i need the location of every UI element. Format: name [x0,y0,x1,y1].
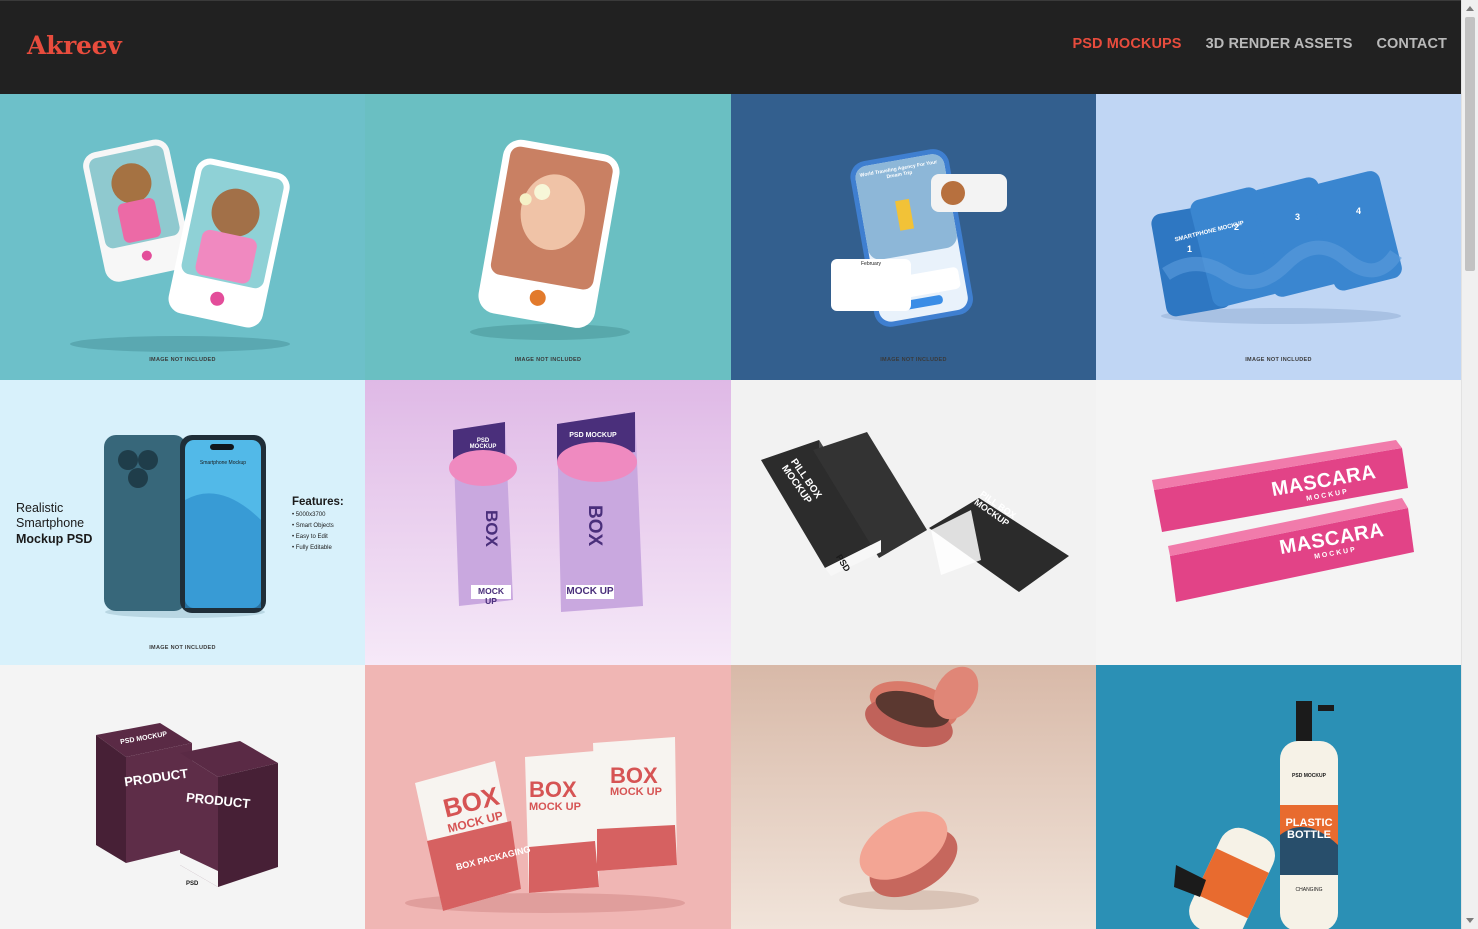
phones-illustration [70,139,290,352]
card-number-1: 1 [1187,244,1193,254]
page-scrollbar[interactable] [1461,0,1478,929]
title-line-2: Smartphone [16,516,85,530]
scroll-thumb[interactable] [1465,17,1475,271]
travel-phone-illustration [831,149,1007,327]
mockup-tile-four-cards[interactable]: SMARTPHONE MOCKUP 1 2 3 4 IMAGE NOT INCL… [1096,94,1461,380]
image-not-included-caption: IMAGE NOT INCLUDED [149,357,216,363]
bottle-title-1: PLASTIC [1285,817,1333,829]
image-not-included-caption: IMAGE NOT INCLUDED [514,357,582,363]
site-logo[interactable]: Akreev [27,31,122,60]
main-nav: PSD MOCKUPS 3D RENDER ASSETS CONTACT [1073,36,1447,52]
mockup-tile-box-packaging[interactable]: BOX MOCK UP BOX MOCK UP BOX MOCK UP BOX … [365,665,731,929]
feature-3: • Easy to Edit [292,534,328,540]
box-sub-2: MOCK UP [529,801,581,813]
box-top-label: PSD MOCKUP [469,438,497,450]
mockup-tile-mascara[interactable]: MASCARA MOCKUP MASCARA MOCKUP [1096,380,1461,665]
screen-label: Smartphone Mockup [199,460,247,466]
site-header: Akreev PSD MOCKUPS 3D RENDER ASSETS CONT… [0,0,1461,94]
box-side-label: BOX [482,510,501,547]
mockup-tile-realistic-smartphone[interactable]: Realistic Smartphone Mockup PSD Features… [0,380,365,665]
mockup-tile-phone-face[interactable]: IMAGE NOT INCLUDED [365,94,731,380]
product-boxes-illustration [96,723,278,887]
pill-boxes-illustration [761,432,1069,592]
mockup-tile-travel-app[interactable]: World Traveling Agency For Your Dream Tr… [731,94,1096,380]
tin-jar-illustration [839,666,979,910]
gift-boxes-illustration [449,412,643,612]
calendar-label: February [860,261,881,267]
mockup-grid: IMAGE NOT INCLUDED IMAGE NOT INCLUDED Wo… [0,94,1461,929]
nav-3d-render-assets[interactable]: 3D RENDER ASSETS [1206,36,1353,52]
cards-illustration [1151,171,1402,324]
box-label-2: MOCK UP [566,586,614,597]
features-title: Features: [292,496,344,508]
bottle-title-2: BOTTLE [1287,829,1331,841]
plastic-bottle-illustration [1174,701,1338,929]
product-box-footer: PSD [186,881,199,887]
nav-contact[interactable]: CONTACT [1376,36,1447,52]
scroll-up-arrow-icon[interactable] [1466,6,1474,11]
mockup-tile-gift-boxes[interactable]: PSD MOCKUP PSD MOCKUP BOX BOX MOCK UP MO… [365,380,731,665]
title-line-1: Realistic [16,501,64,515]
mascara-illustration [1152,440,1414,602]
title-line-3: Mockup PSD [16,532,93,546]
feature-4: • Fully Editable [292,545,332,551]
page: Akreev PSD MOCKUPS 3D RENDER ASSETS CONT… [0,0,1478,929]
mockup-tile-phones-woman[interactable]: IMAGE NOT INCLUDED [0,94,365,380]
image-not-included-caption: IMAGE NOT INCLUDED [1245,357,1312,363]
card-number-3: 3 [1295,212,1301,222]
mockup-tile-plastic-bottle[interactable]: PSD MOCKUP PLASTIC BOTTLE CHANGING [1096,665,1461,929]
box-label: MOCK UP [478,586,504,606]
bottle-top-label: PSD MOCKUP [1292,773,1326,779]
mockup-tile-tin-jar[interactable] [731,665,1096,929]
feature-1: • 5000x3700 [292,512,326,518]
card-number-2: 2 [1234,222,1240,232]
feature-2: • Smart Objects [292,523,334,529]
box-side-label-2: BOX [584,505,605,547]
image-not-included-caption: IMAGE NOT INCLUDED [880,357,947,363]
bottle-foot: CHANGING [1295,887,1323,893]
card-number-4: 4 [1356,206,1362,216]
nav-psd-mockups[interactable]: PSD MOCKUPS [1073,36,1182,52]
phone-illustration [470,139,630,340]
image-not-included-caption: IMAGE NOT INCLUDED [149,645,216,651]
box-title-2: BOX [529,777,577,802]
box-sub-3: MOCK UP [610,786,662,798]
scroll-down-arrow-icon[interactable] [1466,918,1474,923]
mockup-tile-product-boxes[interactable]: PSD MOCKUP PRODUCT PSD PRODUCT [0,665,365,929]
box-top-label-2: PSD MOCKUP [569,432,617,439]
mockup-tile-pill-boxes[interactable]: PILL BOX MOCKUP PILL BOX MOCKUP PSD [731,380,1096,665]
